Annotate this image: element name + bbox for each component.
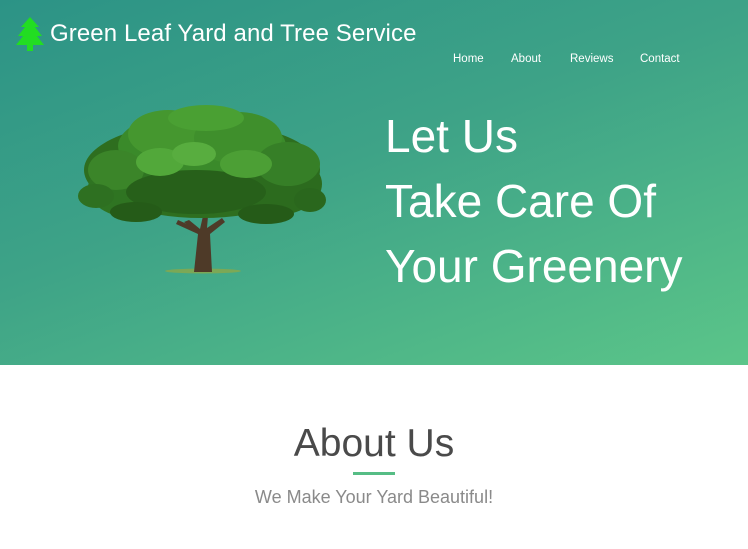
hero-headline: Let Us Take Care Of Your Greenery [385, 104, 682, 299]
headline-line-1: Let Us [385, 110, 518, 162]
tree-image [76, 104, 328, 276]
about-section: About Us We Make Your Yard Beautiful! [0, 365, 748, 549]
headline-line-2: Take Care Of [385, 175, 656, 227]
hero-section: Green Leaf Yard and Tree Service Home Ab… [0, 0, 748, 365]
about-title: About Us [293, 422, 455, 465]
pine-tree-icon [16, 17, 44, 51]
nav-home-link[interactable]: Home [453, 53, 484, 65]
brand-name: Green Leaf Yard and Tree Service [50, 20, 417, 47]
brand[interactable]: Green Leaf Yard and Tree Service [16, 17, 417, 51]
nav-reviews-link[interactable]: Reviews [570, 53, 613, 65]
nav-contact-link[interactable]: Contact [640, 53, 680, 65]
about-subtitle: We Make Your Yard Beautiful! [254, 487, 494, 507]
about-divider [353, 472, 395, 475]
headline-line-3: Your Greenery [385, 240, 683, 292]
nav-about-link[interactable]: About [511, 53, 541, 65]
